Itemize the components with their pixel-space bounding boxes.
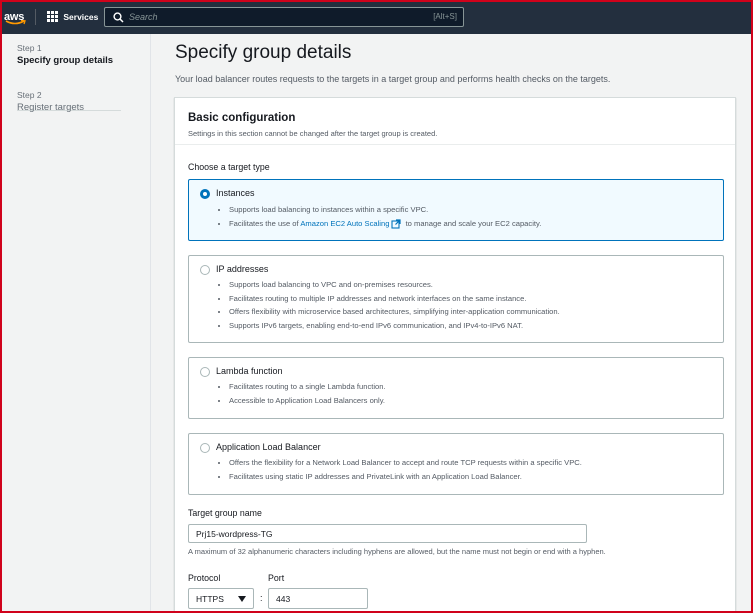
port-label: Port xyxy=(268,573,285,583)
wizard-steps-nav: Step 1 Specify group details Step 2 Regi… xyxy=(0,34,150,613)
chevron-down-icon xyxy=(238,596,246,602)
aws-logo[interactable]: aws xyxy=(4,7,30,29)
step-2-number: Step 2 xyxy=(17,90,42,100)
ip-addresses-radio[interactable] xyxy=(200,265,210,275)
list-item: Accessible to Application Load Balancers… xyxy=(229,394,386,408)
panel-header: Basic configuration Settings in this sec… xyxy=(175,98,735,145)
step-1-number: Step 1 xyxy=(17,43,42,53)
grid-icon xyxy=(47,11,59,23)
protocol-select[interactable]: HTTPS xyxy=(188,588,254,609)
panel-subtitle: Settings in this section cannot be chang… xyxy=(188,129,438,138)
search-icon xyxy=(113,12,124,23)
list-item: Facilitates using static IP addresses an… xyxy=(229,470,582,484)
target-type-ip-addresses-option[interactable]: IP addresses Supports load balancing to … xyxy=(188,255,724,343)
panel-title: Basic configuration xyxy=(188,112,296,124)
top-navigation: aws Services Search [Alt+S] xyxy=(0,0,753,34)
target-group-name-label: Target group name xyxy=(188,508,262,518)
aws-smile-icon xyxy=(5,20,26,25)
list-item: Supports IPv6 targets, enabling end-to-e… xyxy=(229,319,560,333)
instances-bullet-prefix: Facilitates the use of xyxy=(229,218,299,228)
alb-title: Application Load Balancer xyxy=(216,442,321,452)
protocol-label: Protocol xyxy=(188,573,221,583)
alb-bullets: Offers the flexibility for a Network Loa… xyxy=(229,456,582,483)
alb-radio[interactable] xyxy=(200,443,210,453)
port-input[interactable]: 443 xyxy=(268,588,368,609)
target-group-name-hint: A maximum of 32 alphanumeric characters … xyxy=(188,547,606,556)
target-group-name-input[interactable]: Prj15-wordpress-TG xyxy=(188,524,587,543)
list-item: Facilitates routing to a single Lambda f… xyxy=(229,380,386,394)
ec2-auto-scaling-link[interactable]: Amazon EC2 Auto Scaling xyxy=(300,219,389,228)
instances-bullets: Supports load balancing to instances wit… xyxy=(229,203,541,230)
external-link-icon[interactable] xyxy=(391,218,402,229)
step-2-title: Register targets xyxy=(17,102,85,113)
list-item: Offers the flexibility for a Network Loa… xyxy=(229,456,582,470)
protocol-value: HTTPS xyxy=(196,594,224,604)
search-input[interactable]: Search [Alt+S] xyxy=(104,7,464,27)
search-placeholder: Search xyxy=(129,12,158,22)
target-type-lambda-option[interactable]: Lambda function Facilitates routing to a… xyxy=(188,357,724,419)
basic-configuration-panel: Basic configuration Settings in this sec… xyxy=(174,97,736,613)
step-1-title[interactable]: Specify group details xyxy=(17,55,113,66)
list-item: Supports load balancing to VPC and on-pr… xyxy=(229,278,560,292)
lambda-title: Lambda function xyxy=(216,366,283,376)
instances-title: Instances xyxy=(216,188,255,198)
instances-bullet-suffix: to manage and scale your EC2 capacity. xyxy=(405,218,542,228)
services-label: Services xyxy=(63,11,99,22)
list-item: Facilitates the use of Amazon EC2 Auto S… xyxy=(229,217,541,231)
search-shortcut: [Alt+S] xyxy=(433,12,457,21)
target-type-instances-option[interactable]: Instances Supports load balancing to ins… xyxy=(188,179,724,241)
lambda-bullets: Facilitates routing to a single Lambda f… xyxy=(229,380,386,407)
services-menu-button[interactable]: Services xyxy=(47,11,99,23)
target-type-alb-option[interactable]: Application Load Balancer Offers the fle… xyxy=(188,433,724,495)
page-description: Your load balancer routes requests to th… xyxy=(175,74,611,84)
ip-addresses-title: IP addresses xyxy=(216,264,269,274)
ip-addresses-bullets: Supports load balancing to VPC and on-pr… xyxy=(229,278,560,332)
sidenav-border xyxy=(150,34,151,613)
list-item: Facilitates routing to multiple IP addre… xyxy=(229,292,560,306)
lambda-radio[interactable] xyxy=(200,367,210,377)
list-item: Offers flexibility with microservice bas… xyxy=(229,305,560,319)
page-title: Specify group details xyxy=(175,42,352,63)
instances-radio[interactable] xyxy=(200,189,210,199)
target-type-label: Choose a target type xyxy=(188,162,270,172)
list-item: Supports load balancing to instances wit… xyxy=(229,203,541,217)
protocol-port-separator: : xyxy=(260,593,263,603)
nav-divider xyxy=(35,9,36,25)
